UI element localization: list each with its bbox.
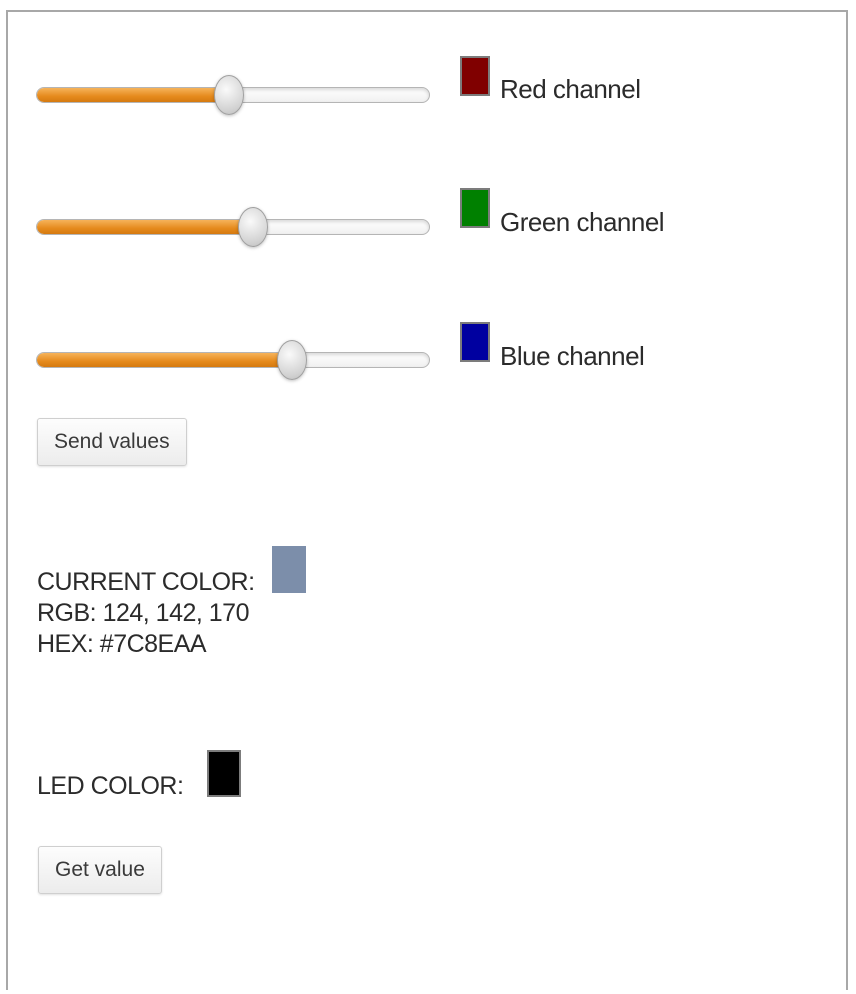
current-color-info: CURRENT COLOR: RGB: 124, 142, 170 HEX: #… <box>37 567 255 660</box>
blue-channel-label: Blue channel <box>500 341 645 371</box>
current-color-swatch <box>272 546 306 593</box>
blue-channel-slider[interactable] <box>36 340 436 380</box>
slider-thumb[interactable] <box>214 75 245 115</box>
blue-channel-swatch <box>460 322 490 362</box>
page-frame <box>6 10 848 990</box>
current-color-hex: HEX: #7C8EAA <box>37 630 207 658</box>
led-color-swatch <box>207 750 241 797</box>
get-value-button[interactable]: Get value <box>38 846 162 894</box>
slider-track[interactable] <box>36 352 430 368</box>
led-color-title: LED COLOR: <box>37 772 184 800</box>
slider-thumb[interactable] <box>276 340 307 380</box>
slider-thumb[interactable] <box>237 207 268 247</box>
current-color-rgb: RGB: 124, 142, 170 <box>37 599 249 627</box>
slider-fill <box>37 353 292 367</box>
red-channel-swatch <box>460 56 490 96</box>
current-color-title: CURRENT COLOR: <box>37 568 255 596</box>
green-channel-slider[interactable] <box>36 207 436 247</box>
green-channel-label: Green channel <box>500 207 665 237</box>
send-values-button[interactable]: Send values <box>37 418 187 466</box>
red-channel-slider[interactable] <box>36 75 436 115</box>
slider-fill <box>37 88 230 102</box>
slider-track[interactable] <box>36 219 430 235</box>
green-channel-swatch <box>460 188 490 228</box>
red-channel-label: Red channel <box>500 74 641 104</box>
slider-fill <box>37 220 253 234</box>
